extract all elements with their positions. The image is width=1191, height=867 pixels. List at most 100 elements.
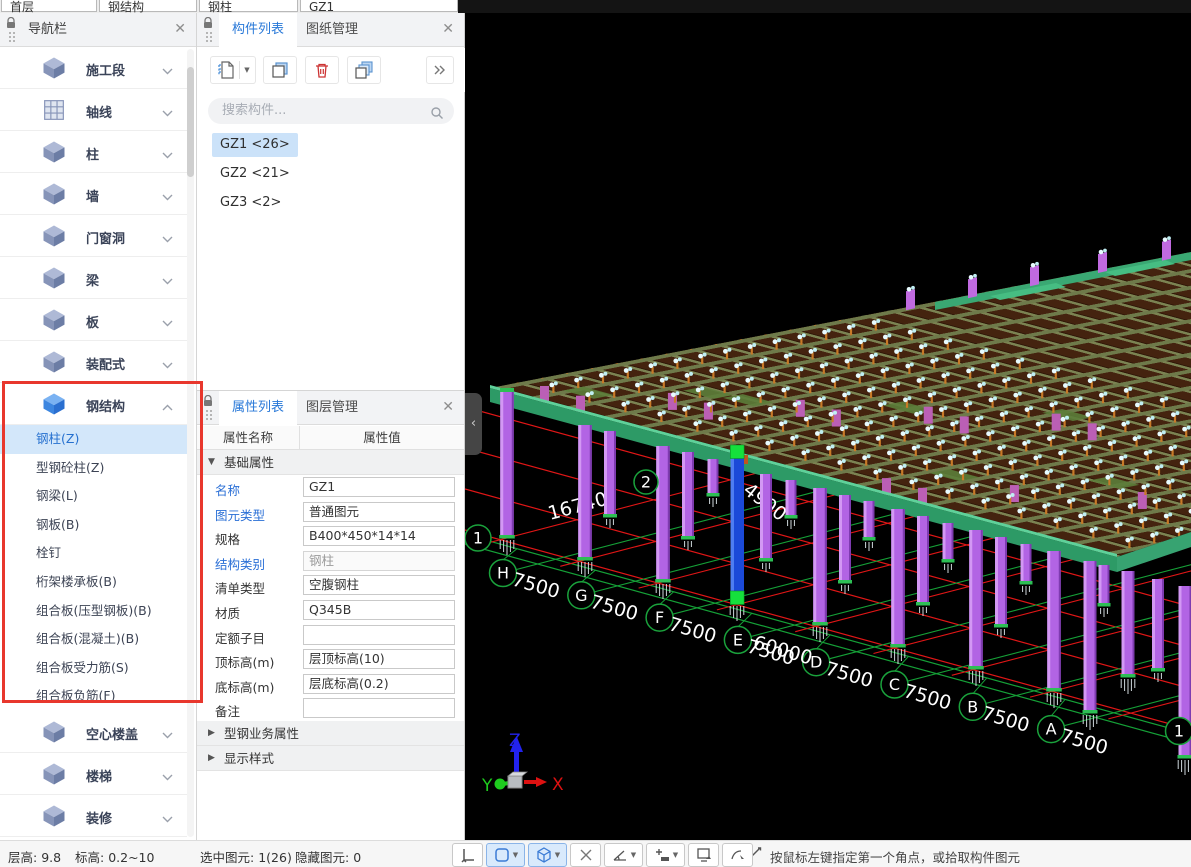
chevron-down-icon: ▼ (244, 66, 249, 74)
component-dropdown[interactable]: GZ1▼ (300, 0, 458, 12)
sidebar-subitem-栓钉[interactable]: 栓钉 (0, 539, 187, 568)
floor-dropdown[interactable]: 首层▼ (1, 0, 97, 12)
sidebar-item-装修[interactable]: 装修 (0, 795, 187, 837)
close-icon[interactable]: ✕ (442, 21, 454, 37)
property-value-input[interactable]: B400*450*14*14 (303, 526, 455, 546)
property-section-base[interactable]: ▼基础属性 (197, 450, 464, 475)
new-component-button[interactable]: ▼ (210, 56, 256, 84)
sidebar-subitem-桁架楼承板(B)[interactable]: 桁架楼承板(B) (0, 568, 187, 597)
screenshot-button[interactable] (688, 843, 719, 867)
close-icon[interactable]: ✕ (174, 21, 186, 37)
sidebar-subitem-组合板(压型钢板)(B)[interactable]: 组合板(压型钢板)(B) (0, 597, 187, 626)
layer-toolbar: 首层▼ 钢结构▼ 钢柱▼ GZ1▼ (0, 0, 1191, 13)
property-value-input[interactable] (303, 698, 455, 718)
scrollbar-thumb[interactable] (187, 67, 194, 177)
sidebar-item-轴线[interactable]: 轴线 (0, 89, 187, 131)
tab-component-list[interactable]: 构件列表 (219, 13, 297, 47)
axis-bubble-B: B (967, 697, 978, 716)
batch-copy-button[interactable] (347, 56, 381, 84)
sidebar-item-墙[interactable]: 墙 (0, 173, 187, 215)
chevron-down-icon: ▼ (286, 5, 292, 13)
chevron-down-icon: ▼ (631, 851, 636, 859)
axis-bubble-A: A (1046, 720, 1057, 739)
axis-bubble-2: 2 (641, 473, 651, 492)
chevron-down-icon (162, 362, 173, 369)
property-value-input[interactable]: 层顶标高(10) (303, 649, 455, 669)
sidebar-subitem-组合板受力筋(S)[interactable]: 组合板受力筋(S) (0, 654, 187, 683)
component-list-item[interactable]: GZ1 <26> (197, 131, 465, 160)
offset-button[interactable]: ▼ (646, 843, 685, 867)
property-value-input[interactable]: 层底标高(0.2) (303, 674, 455, 694)
category-3d-icon (40, 222, 68, 250)
category-3d-icon (40, 264, 68, 292)
sidebar-subitem-钢板(B)[interactable]: 钢板(B) (0, 511, 187, 540)
navigator-header: 导航栏 ✕ (0, 13, 196, 47)
sidebar-item-label: 钢结构 (86, 396, 125, 415)
property-section-型钢业务属性[interactable]: ▶型钢业务属性 (197, 721, 464, 746)
polyline-button[interactable] (722, 843, 753, 867)
tab-property-list[interactable]: 属性列表 (219, 391, 297, 425)
property-value-input[interactable]: 钢柱 (303, 551, 455, 571)
axis-bubble-C: C (889, 675, 900, 694)
sidebar-subitem-型钢砼柱(Z)[interactable]: 型钢砼柱(Z) (0, 454, 187, 483)
panel-collapse-handle[interactable]: ‹ (465, 393, 482, 455)
cancel-cross-button[interactable] (570, 843, 601, 867)
sidebar-item-钢结构[interactable]: 钢结构 (0, 383, 187, 425)
lock-icon[interactable] (203, 395, 213, 410)
property-value-input[interactable] (303, 625, 455, 645)
selection-handle-bottom[interactable] (730, 591, 744, 605)
sidebar-item-装配式[interactable]: 装配式 (0, 341, 187, 383)
element-type-dropdown[interactable]: 钢柱▼ (199, 0, 298, 12)
sidebar-item-label: 装配式 (86, 354, 125, 373)
copy-button[interactable] (263, 56, 297, 84)
drag-handle[interactable] (8, 31, 16, 43)
component-list-item[interactable]: GZ2 <21> (197, 160, 465, 189)
category-3d-icon (40, 138, 68, 166)
property-row-名称: 名称GZ1 (197, 475, 464, 500)
search-input[interactable]: 搜索构件... (208, 98, 454, 124)
sidebar-item-板[interactable]: 板 (0, 299, 187, 341)
viewport-3d[interactable]: 167404900HGFEDCBA12175007500750075007500… (465, 13, 1191, 840)
selection-handle-top[interactable] (730, 445, 744, 459)
selection-box-button[interactable]: ▼ (486, 843, 525, 867)
sidebar-subitem-钢柱(Z)[interactable]: 钢柱(Z) (0, 425, 187, 454)
sidebar-subitem-组合板负筋(F)[interactable]: 组合板负筋(F) (0, 682, 187, 711)
sidebar-item-施工段[interactable]: 施工段 (0, 47, 187, 89)
expand-button[interactable] (426, 56, 454, 84)
ortho-axis-button[interactable] (452, 843, 483, 867)
lock-icon[interactable] (6, 17, 16, 32)
column-property-name: 属性名称 (197, 426, 300, 450)
sidebar-item-楼梯[interactable]: 楼梯 (0, 753, 187, 795)
property-section-显示样式[interactable]: ▶显示样式 (197, 746, 464, 771)
tab-layer-management[interactable]: 图层管理 (293, 391, 371, 425)
component-list-item[interactable]: GZ3 <2> (197, 189, 465, 218)
sidebar-subitem-钢梁(L)[interactable]: 钢梁(L) (0, 482, 187, 511)
navigator-scrollbar[interactable] (187, 49, 194, 837)
sidebar-item-柱[interactable]: 柱 (0, 131, 187, 173)
delete-button[interactable] (305, 56, 339, 84)
category-3d-icon (40, 718, 68, 746)
chevron-down-icon: ▼ (185, 5, 191, 13)
sidebar-item-label: 轴线 (86, 102, 112, 121)
drag-handle[interactable] (205, 409, 213, 421)
sidebar-item-梁[interactable]: 梁 (0, 257, 187, 299)
property-value-input[interactable]: 普通图元 (303, 502, 455, 522)
property-value-input[interactable]: 空腹钢柱 (303, 575, 455, 595)
view-cube-button[interactable]: ▼ (528, 843, 567, 867)
sidebar-item-空心楼盖[interactable]: 空心楼盖 (0, 711, 187, 753)
navigator-list: 施工段 轴线 柱 墙 门窗洞 梁 板 装配式 (0, 47, 187, 837)
sidebar-item-门窗洞[interactable]: 门窗洞 (0, 215, 187, 257)
search-placeholder: 搜索构件... (222, 103, 286, 118)
angle-measure-button[interactable]: ▼ (604, 843, 643, 867)
property-value-input[interactable]: GZ1 (303, 477, 455, 497)
drag-handle[interactable] (205, 31, 213, 43)
category-dropdown[interactable]: 钢结构▼ (99, 0, 197, 12)
tab-drawing-management[interactable]: 图纸管理 (293, 13, 371, 47)
lock-icon[interactable] (203, 17, 213, 32)
chevron-down-icon: ▼ (513, 851, 518, 859)
axis-bubble-1-left: 1 (473, 529, 483, 548)
component-panel-header: 构件列表 图纸管理 ✕ (197, 13, 464, 47)
property-value-input[interactable]: Q345B (303, 600, 455, 620)
sidebar-subitem-组合板(混凝土)(B)[interactable]: 组合板(混凝土)(B) (0, 625, 187, 654)
close-icon[interactable]: ✕ (442, 399, 454, 415)
